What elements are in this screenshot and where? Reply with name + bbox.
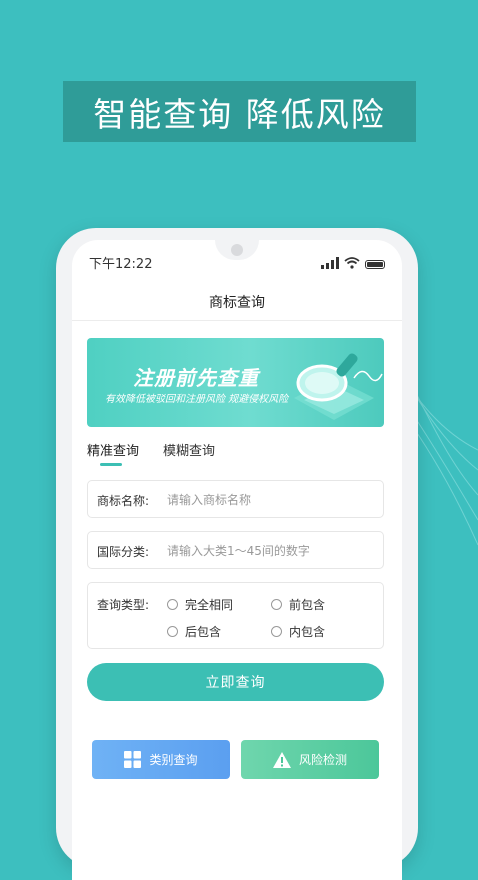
header-divider: [72, 320, 402, 321]
promo-banner-headline: 智能查询 降低风险: [63, 81, 416, 142]
query-type-field: 查询类型: 完全相同 前包含 后包含 内包含: [87, 582, 384, 649]
radio-circle-icon: [271, 626, 282, 637]
radio-circle-icon: [167, 599, 178, 610]
phone-screen: 下午12:22 商标查询 注册前先查重 有效降低被驳回和注册风险 规避侵权风险: [72, 240, 402, 880]
promo-card[interactable]: 注册前先查重 有效降低被驳回和注册风险 规避侵权风险: [87, 338, 384, 427]
trademark-name-input[interactable]: [167, 491, 375, 509]
radio-label: 后包含: [185, 625, 222, 639]
category-query-label: 类别查询: [149, 753, 198, 767]
trademark-name-field: 商标名称:: [87, 480, 384, 518]
search-now-button[interactable]: 立即查询: [87, 663, 384, 701]
category-query-button[interactable]: 类别查询: [92, 740, 230, 779]
radio-circle-icon: [271, 599, 282, 610]
risk-detection-label: 风险检测: [298, 753, 347, 767]
status-time: 下午12:22: [89, 257, 153, 272]
promo-headline: 注册前先查重: [133, 366, 259, 390]
radio-prefix-match[interactable]: 前包含: [271, 596, 325, 613]
radio-contains-match[interactable]: 内包含: [271, 623, 325, 640]
risk-detection-button[interactable]: 风险检测: [241, 740, 379, 779]
tab-precise-query[interactable]: 精准查询: [87, 440, 139, 459]
international-class-field: 国际分类:: [87, 531, 384, 569]
radio-label: 内包含: [289, 625, 326, 639]
wifi-icon: [344, 257, 360, 269]
battery-icon: [365, 260, 385, 269]
banner-text: 智能查询 降低风险: [93, 94, 386, 134]
radio-label: 完全相同: [185, 598, 234, 612]
warning-icon: [272, 751, 291, 768]
tab-fuzzy-query[interactable]: 模糊查询: [163, 440, 215, 459]
active-tab-indicator: [100, 463, 122, 466]
radio-circle-icon: [167, 626, 178, 637]
international-class-input[interactable]: [167, 542, 375, 560]
promo-subline: 有效降低被驳回和注册风险 规避侵权风险: [105, 394, 289, 405]
phone-frame: 下午12:22 商标查询 注册前先查重 有效降低被驳回和注册风险 规避侵权风险: [56, 228, 418, 880]
page-title: 商标查询: [209, 295, 265, 311]
radio-exact-match[interactable]: 完全相同: [167, 596, 233, 613]
magnifier-illustration-icon: [294, 353, 383, 420]
radio-suffix-match[interactable]: 后包含: [167, 623, 221, 640]
signal-icon: [321, 257, 339, 269]
international-class-label: 国际分类:: [97, 545, 150, 559]
radio-label: 前包含: [289, 598, 326, 612]
status-bar: 下午12:22: [89, 253, 385, 272]
grid-icon: [124, 751, 142, 768]
query-type-label: 查询类型:: [97, 598, 150, 612]
trademark-name-label: 商标名称:: [97, 494, 150, 508]
